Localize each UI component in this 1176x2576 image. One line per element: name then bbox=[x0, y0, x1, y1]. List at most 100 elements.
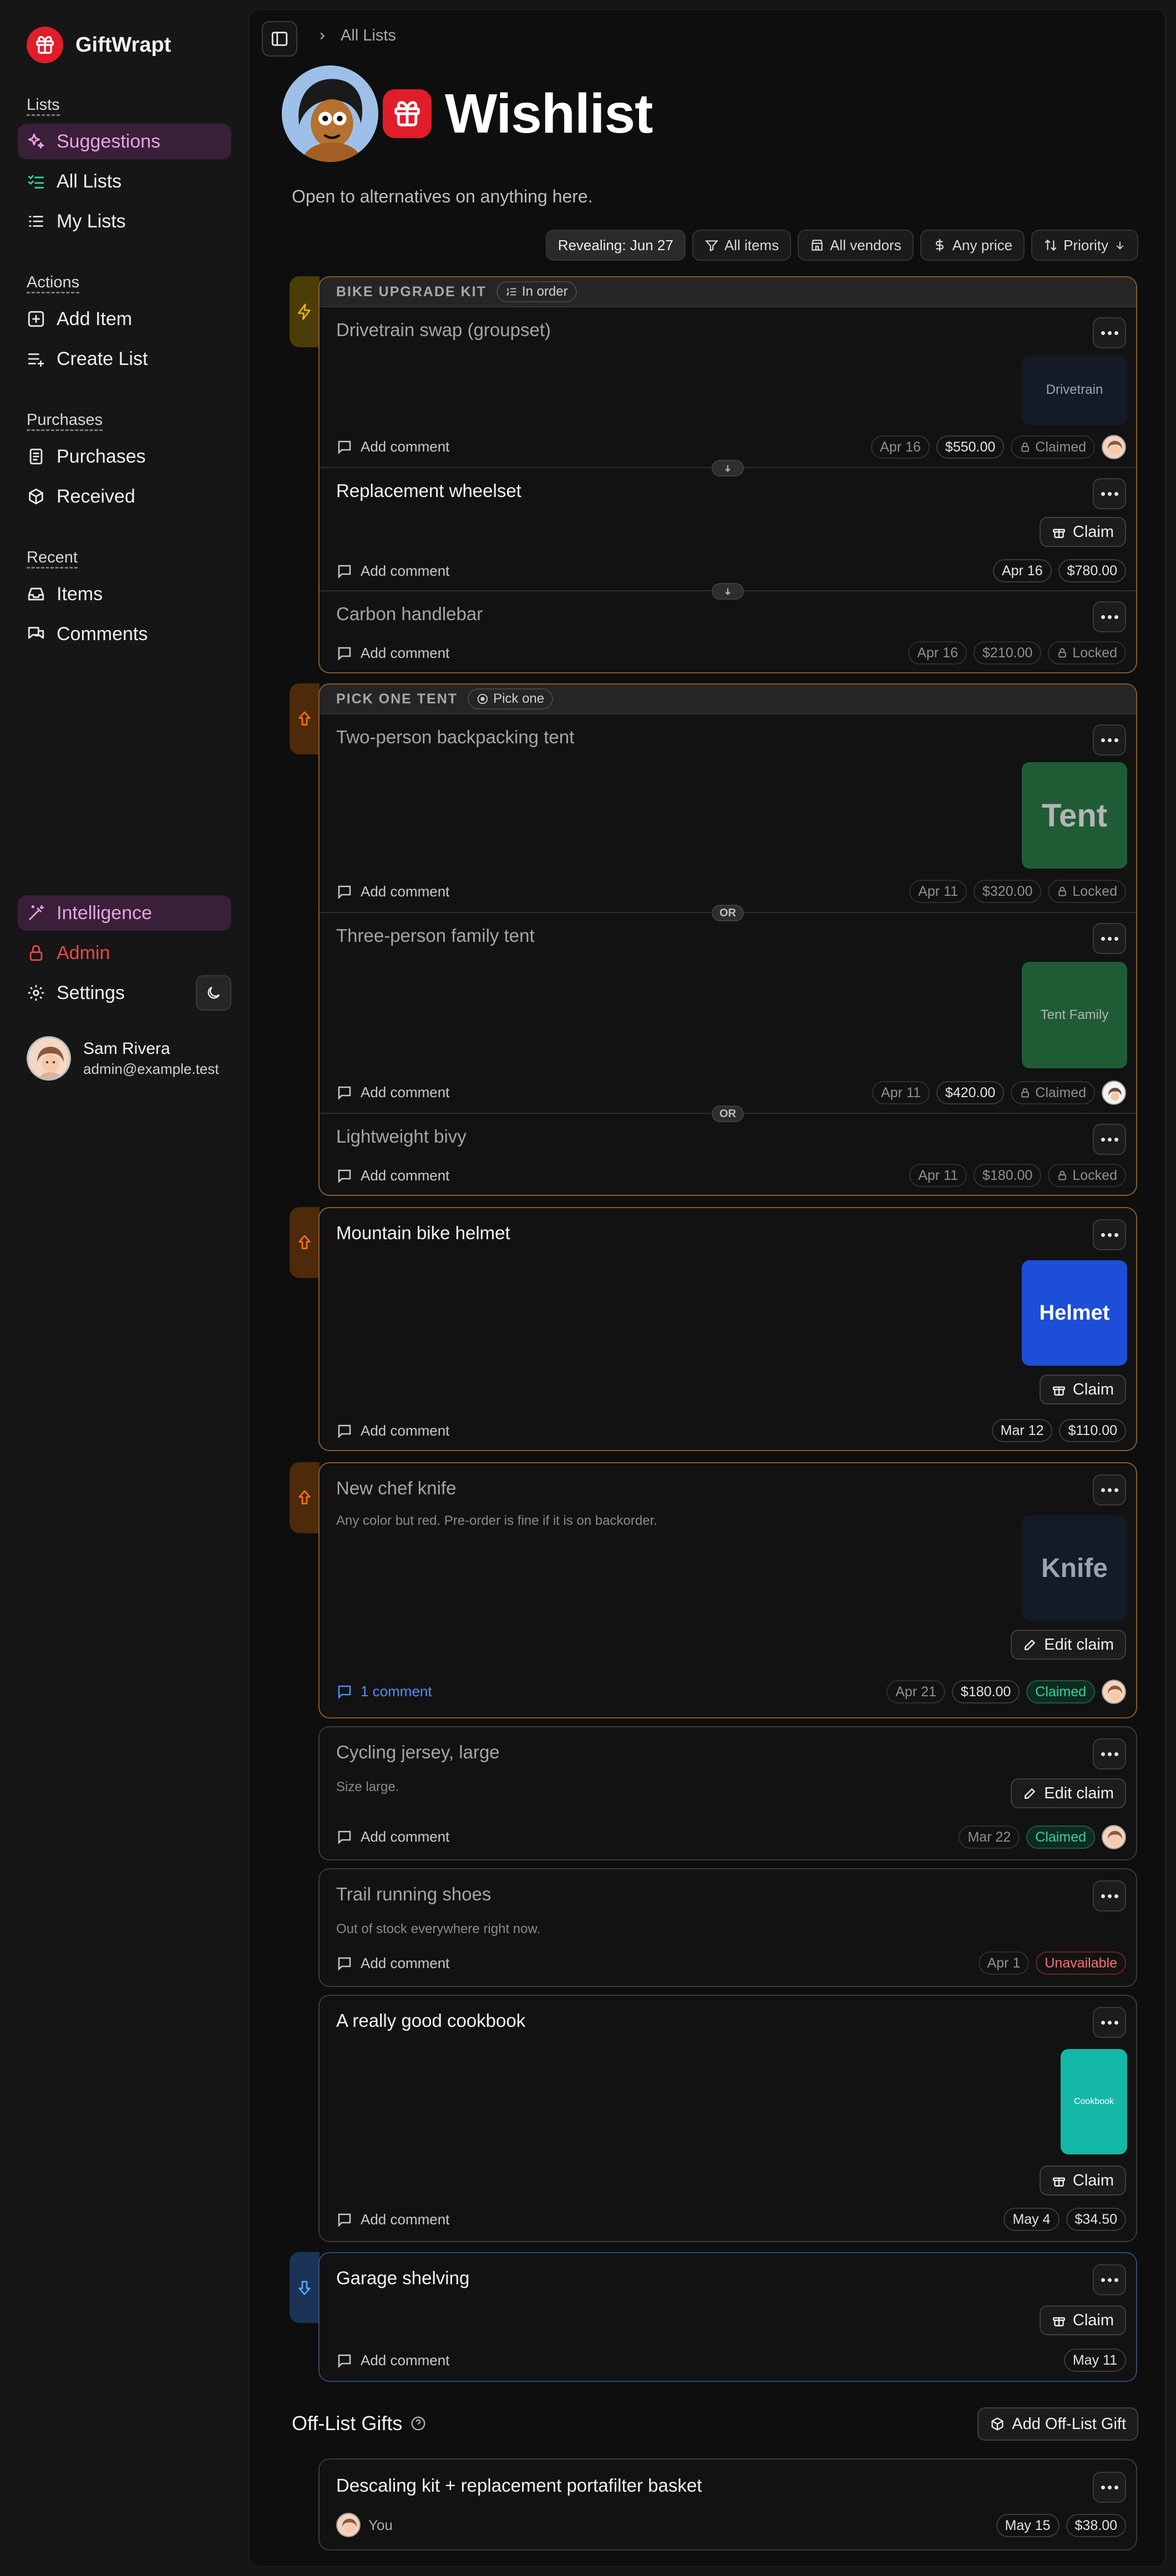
item-title[interactable]: Lightweight bivy bbox=[336, 1126, 467, 1147]
sort-button[interactable]: Priority bbox=[1031, 230, 1138, 261]
add-offlist-gift-button[interactable]: Add Off-List Gift bbox=[977, 2407, 1138, 2441]
add-comment-link[interactable]: Add comment bbox=[336, 1422, 449, 1439]
item-card-shelving[interactable]: Garage shelving Claim Add comment May 11 bbox=[318, 2252, 1137, 2382]
priority-highest-marker bbox=[290, 276, 320, 347]
brand[interactable]: GiftWrapt bbox=[27, 27, 171, 63]
item-title[interactable]: Drivetrain swap (groupset) bbox=[336, 320, 551, 341]
add-comment-link[interactable]: Add comment bbox=[336, 1955, 449, 1972]
list-item[interactable]: Lightweight bivy Add comment Apr 11 $180… bbox=[320, 1114, 1136, 1195]
edit-claim-button[interactable]: Edit claim bbox=[1011, 1778, 1126, 1808]
sidebar-item-comments[interactable]: Comments bbox=[18, 616, 231, 652]
item-title[interactable]: Three-person family tent bbox=[336, 925, 535, 946]
list-item[interactable]: Three-person family tent Tent Family Add… bbox=[320, 913, 1136, 1122]
item-title[interactable]: Garage shelving bbox=[336, 2268, 469, 2289]
sidebar-item-my-lists[interactable]: My Lists bbox=[18, 204, 231, 239]
sidebar-item-intelligence[interactable]: Intelligence bbox=[18, 895, 231, 931]
add-comment-link[interactable]: Add comment bbox=[336, 1828, 449, 1845]
item-title[interactable]: Descaling kit + replacement portafilter … bbox=[336, 2475, 702, 2496]
help-icon[interactable] bbox=[410, 2415, 427, 2432]
sidebar-item-items[interactable]: Items bbox=[18, 576, 231, 612]
item-title[interactable]: Cycling jersey, large bbox=[336, 1742, 500, 1763]
claim-button[interactable]: Claim bbox=[1039, 1375, 1126, 1404]
lock-icon bbox=[1058, 648, 1067, 658]
claim-button[interactable]: Claim bbox=[1039, 517, 1126, 547]
item-title[interactable]: Two-person backpacking tent bbox=[336, 727, 574, 748]
add-comment-link[interactable]: Add comment bbox=[336, 438, 449, 455]
item-menu-button[interactable] bbox=[1093, 1474, 1126, 1505]
revealing-date-chip[interactable]: Revealing: Jun 27 bbox=[545, 230, 686, 261]
sidebar-item-settings[interactable]: Settings bbox=[18, 975, 231, 1011]
nav-section-bottom: Intelligence Admin Settings bbox=[18, 895, 231, 1015]
comments-link[interactable]: 1 comment bbox=[336, 1683, 432, 1700]
item-image: Drivetrain bbox=[1022, 355, 1127, 425]
theme-toggle-button[interactable] bbox=[196, 975, 231, 1011]
claim-button[interactable]: Claim bbox=[1039, 2166, 1126, 2195]
item-menu-button[interactable] bbox=[1093, 317, 1126, 348]
filter-vendors-button[interactable]: All vendors bbox=[798, 230, 914, 261]
list-item[interactable]: Carbon handlebar Add comment Apr 16 $210… bbox=[320, 591, 1136, 672]
button-label: Edit claim bbox=[1044, 1784, 1114, 1802]
breadcrumb-all-lists[interactable]: All Lists bbox=[341, 27, 396, 45]
add-comment-link[interactable]: Add comment bbox=[336, 1084, 449, 1101]
arrow-down-icon bbox=[1116, 241, 1124, 250]
list-item[interactable]: Two-person backpacking tent Tent Add com… bbox=[320, 714, 1136, 921]
item-description: Size large. bbox=[336, 1779, 399, 1794]
comment-icon bbox=[338, 1830, 351, 1844]
item-card-cookbook[interactable]: A really good cookbook Cookbook Claim Ad… bbox=[318, 1995, 1137, 2242]
item-menu-button[interactable] bbox=[1093, 1738, 1126, 1769]
item-title[interactable]: A really good cookbook bbox=[336, 2010, 525, 2031]
list-item[interactable]: Drivetrain swap (groupset) Drivetrain Ad… bbox=[320, 307, 1136, 476]
button-label: Claim bbox=[1072, 2171, 1114, 2189]
item-title[interactable]: Mountain bike helmet bbox=[336, 1223, 510, 1244]
item-menu-button[interactable] bbox=[1093, 2264, 1126, 2295]
item-title[interactable]: Replacement wheelset bbox=[336, 480, 521, 501]
arrow-down-icon bbox=[725, 465, 731, 472]
claim-button[interactable]: Claim bbox=[1039, 2305, 1126, 2335]
item-menu-button[interactable] bbox=[1093, 724, 1126, 755]
toggle-sidebar-button[interactable] bbox=[262, 21, 297, 57]
inbox-icon bbox=[28, 587, 44, 601]
store-icon bbox=[812, 240, 823, 251]
item-card-shoes[interactable]: Trail running shoes Out of stock everywh… bbox=[318, 1868, 1137, 1987]
item-title[interactable]: Carbon handlebar bbox=[336, 604, 483, 625]
user-profile[interactable]: Sam Rivera admin@example.test bbox=[27, 1036, 219, 1081]
add-comment-link[interactable]: Add comment bbox=[336, 2352, 449, 2369]
filter-items-button[interactable]: All items bbox=[692, 230, 792, 261]
comment-label: Add comment bbox=[361, 2211, 450, 2228]
sidebar-item-received[interactable]: Received bbox=[18, 479, 231, 514]
item-menu-button[interactable] bbox=[1093, 1880, 1126, 1911]
list-item[interactable]: Replacement wheelset Claim Add comment A… bbox=[320, 468, 1136, 600]
sidebar-item-suggestions[interactable]: Suggestions bbox=[18, 124, 231, 159]
sidebar-item-admin[interactable]: Admin bbox=[18, 935, 231, 971]
item-card-jersey[interactable]: Cycling jersey, large Size large. Edit c… bbox=[318, 1726, 1137, 1860]
item-menu-button[interactable] bbox=[1093, 1219, 1126, 1250]
priority-high-marker bbox=[290, 683, 320, 754]
sidebar-item-label: Add Item bbox=[57, 308, 133, 329]
item-card-knife[interactable]: New chef knife Any color but red. Pre-or… bbox=[318, 1462, 1137, 1718]
item-title[interactable]: New chef knife bbox=[336, 1478, 456, 1499]
add-comment-link[interactable]: Add comment bbox=[336, 562, 449, 580]
add-comment-link[interactable]: Add comment bbox=[336, 645, 449, 662]
add-comment-link[interactable]: Add comment bbox=[336, 2211, 449, 2228]
sidebar-item-all-lists[interactable]: All Lists bbox=[18, 164, 231, 199]
item-title[interactable]: Trail running shoes bbox=[336, 1884, 491, 1905]
sidebar-item-purchases[interactable]: Purchases bbox=[18, 439, 231, 474]
add-comment-link[interactable]: Add comment bbox=[336, 1167, 449, 1184]
priority-high-marker bbox=[290, 1207, 320, 1278]
sidebar-item-add-item[interactable]: Add Item bbox=[18, 301, 231, 337]
item-card-helmet[interactable]: Mountain bike helmet Helmet Claim Add co… bbox=[318, 1207, 1137, 1451]
filter-price-button[interactable]: Any price bbox=[920, 230, 1025, 261]
edit-claim-button[interactable]: Edit claim bbox=[1011, 1630, 1126, 1660]
offlist-item-card[interactable]: Descaling kit + replacement portafilter … bbox=[318, 2458, 1137, 2550]
item-menu-button[interactable] bbox=[1093, 923, 1126, 954]
item-menu-button[interactable] bbox=[1093, 2472, 1126, 2503]
comment-icon bbox=[338, 2213, 351, 2227]
sidebar-item-create-list[interactable]: Create List bbox=[18, 341, 231, 377]
add-comment-link[interactable]: Add comment bbox=[336, 883, 449, 900]
item-menu-button[interactable] bbox=[1093, 2007, 1126, 2038]
item-menu-button[interactable] bbox=[1093, 601, 1126, 632]
item-menu-button[interactable] bbox=[1093, 1124, 1126, 1155]
price-pill: $550.00 bbox=[936, 435, 1005, 459]
item-menu-button[interactable] bbox=[1093, 478, 1126, 509]
sidebar-item-label: Comments bbox=[57, 623, 148, 645]
